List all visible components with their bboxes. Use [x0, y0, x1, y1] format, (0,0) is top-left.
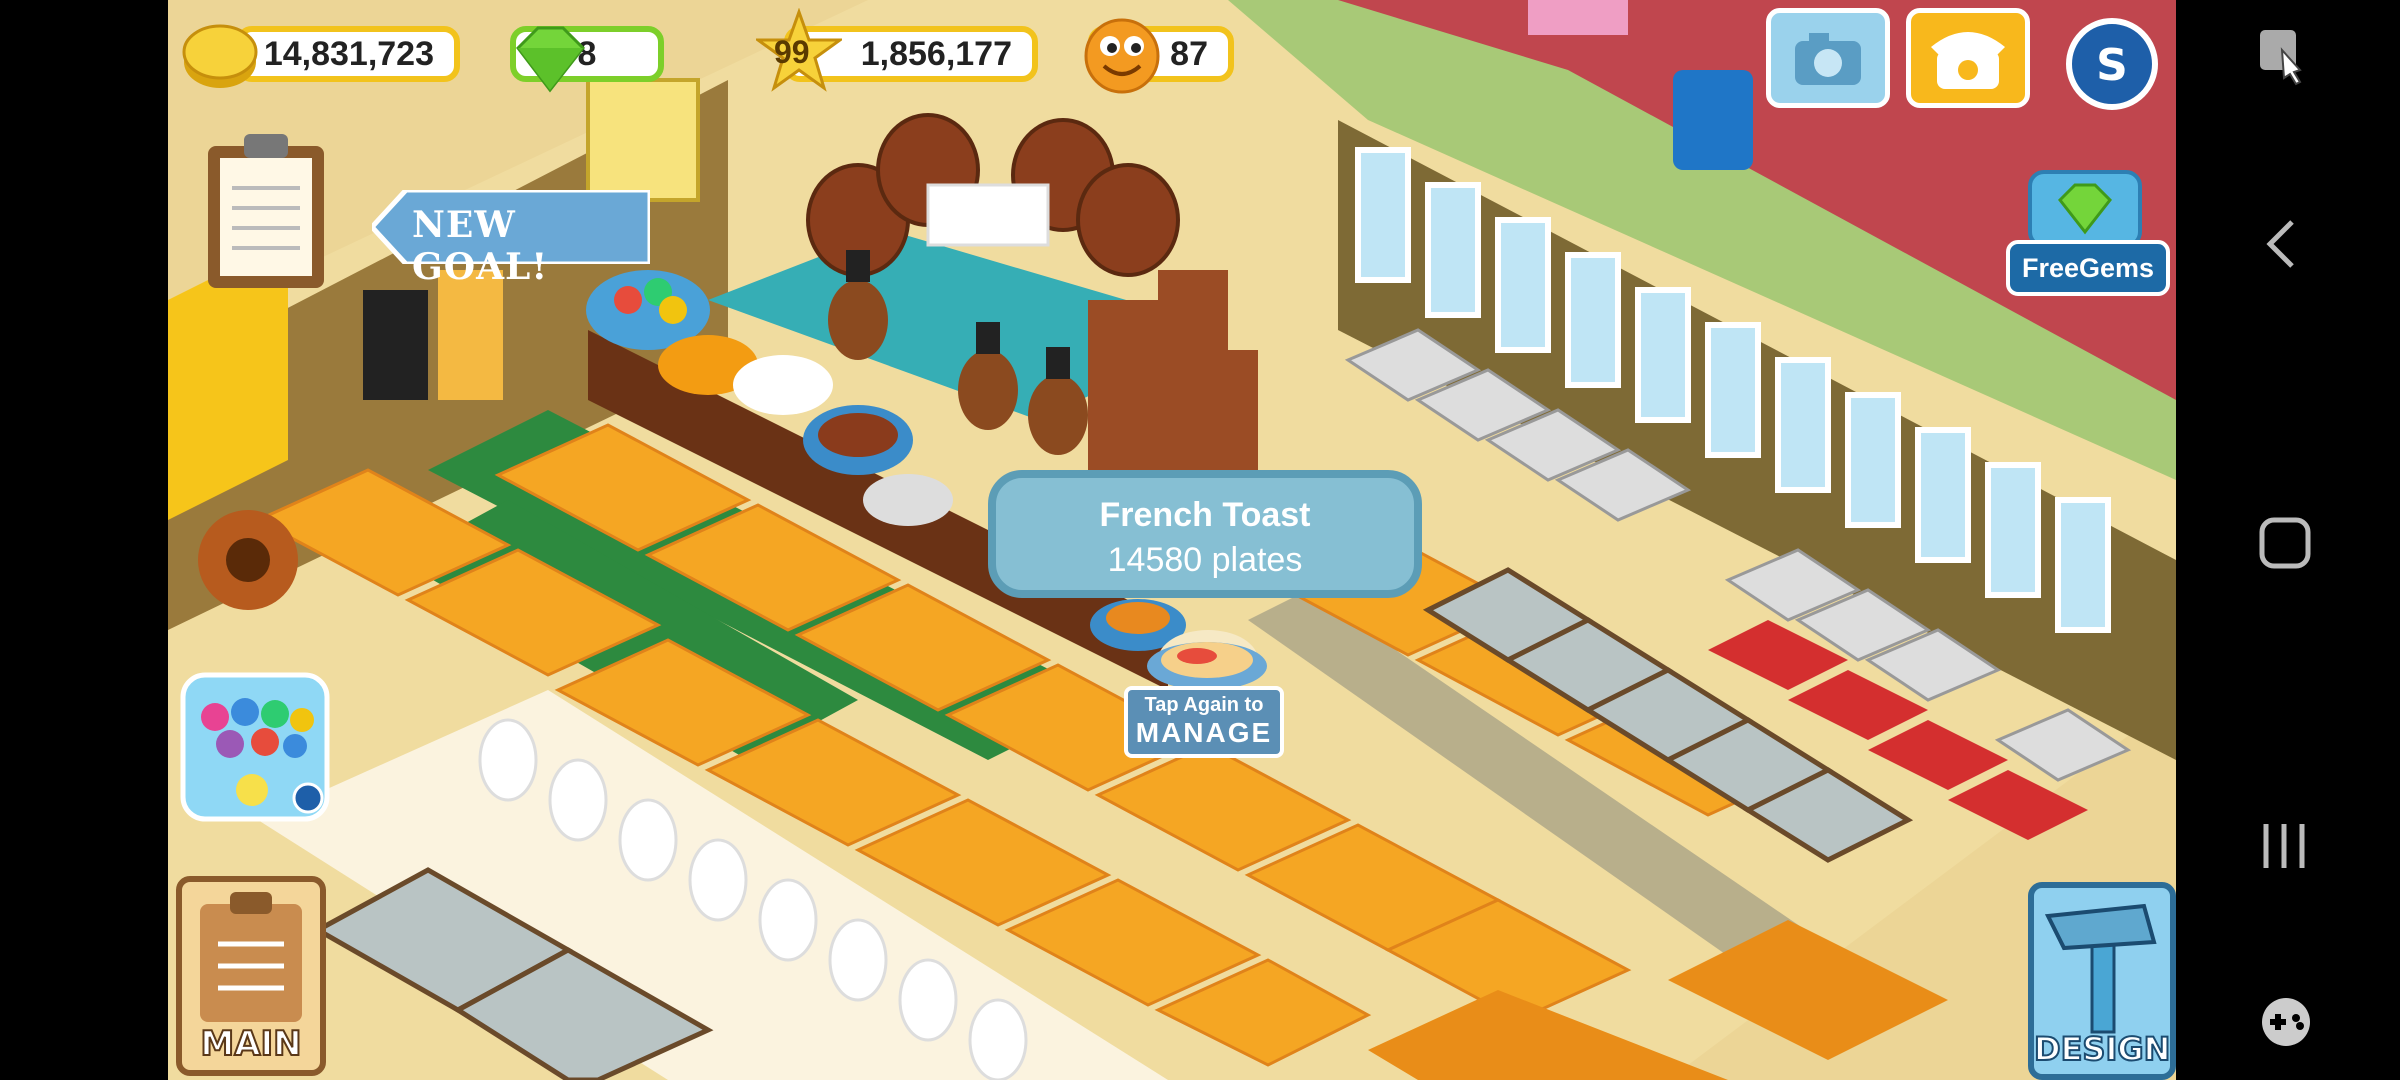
hammer-icon — [2044, 903, 2157, 1034]
camera-button[interactable] — [1766, 8, 1890, 108]
free-gem-tv-icon[interactable] — [2020, 160, 2150, 250]
system-navbar — [2176, 0, 2400, 1080]
manage-line2: MANAGE — [1135, 717, 1273, 748]
manage-line1: Tap Again to — [1144, 694, 1264, 716]
level-value: 99 — [774, 34, 810, 70]
item-name: French Toast — [1099, 496, 1311, 534]
game-tools-icon[interactable] — [2256, 992, 2316, 1052]
free-gems-button[interactable]: FreeGems — [2006, 240, 2170, 296]
coin-icon — [182, 24, 258, 88]
friends-value: 87 — [1170, 34, 1208, 73]
gem-icon — [516, 26, 586, 93]
telephone-icon — [1931, 32, 2005, 89]
game-s-button[interactable]: S — [2066, 18, 2158, 110]
recents-icon[interactable] — [2256, 816, 2316, 876]
game-viewport[interactable]: 14,831,723 8 1,856,177 99 87 S FreeGems … — [168, 0, 2176, 1080]
item-plates: 14580 plates — [1107, 541, 1303, 579]
main-label: MAIN — [199, 1023, 302, 1065]
tap-to-manage-sign[interactable]: Tap Again to MANAGE — [1124, 686, 1284, 758]
clipboard-icon[interactable] — [202, 128, 332, 292]
xp-value: 1,856,177 — [860, 34, 1012, 73]
game-s-icon: S — [2096, 40, 2128, 91]
design-button[interactable]: DESIGN — [2028, 882, 2176, 1080]
french-toast-plate-icon[interactable] — [1142, 620, 1272, 692]
bubble-game-icon[interactable] — [180, 672, 330, 822]
new-goal-label: NEW GOAL! — [412, 204, 549, 288]
svg-text:S: S — [2096, 40, 2128, 91]
friend-face-icon — [1084, 18, 1160, 94]
home-icon[interactable] — [2256, 514, 2316, 574]
new-goal-banner[interactable]: NEW GOAL! — [372, 190, 650, 288]
coins-counter[interactable]: 14,831,723 — [236, 26, 460, 82]
item-tooltip[interactable]: French Toast 14580 plates — [988, 470, 1422, 598]
camera-icon — [1795, 33, 1861, 85]
back-icon[interactable] — [2256, 214, 2310, 274]
screenshot-icon[interactable] — [2256, 26, 2310, 86]
clipboard-main-icon — [200, 892, 302, 1022]
coins-value: 14,831,723 — [263, 34, 434, 73]
design-label: DESIGN — [2033, 1029, 2171, 1069]
telephone-button[interactable] — [1906, 8, 2030, 108]
main-button[interactable]: MAIN — [176, 876, 326, 1076]
